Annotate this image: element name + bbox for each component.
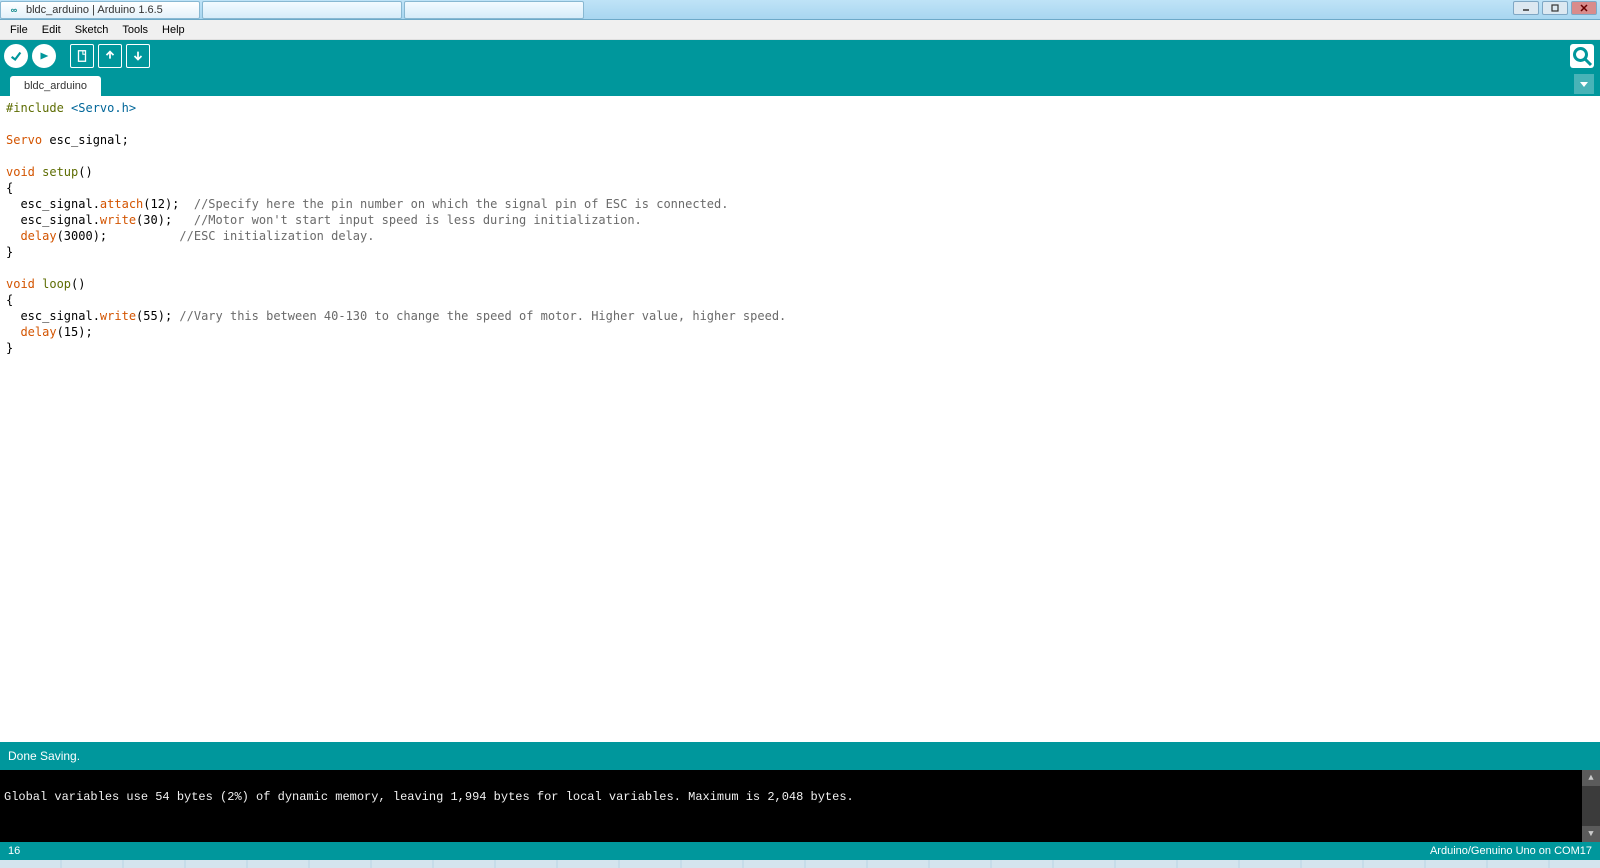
- verify-button[interactable]: [4, 44, 28, 68]
- footer-bar: 16 Arduino/Genuino Uno on COM17: [0, 842, 1600, 860]
- tab-menu-button[interactable]: [1574, 74, 1594, 94]
- scroll-up-icon[interactable]: ▲: [1582, 770, 1600, 786]
- os-taskbar-hint: [0, 860, 1600, 868]
- open-sketch-button[interactable]: [98, 44, 122, 68]
- token-write1: write: [100, 213, 136, 227]
- token-brace-open1: {: [6, 181, 13, 195]
- token-setup-paren: (): [78, 165, 92, 179]
- menu-sketch[interactable]: Sketch: [69, 22, 115, 38]
- menu-tools[interactable]: Tools: [116, 22, 154, 38]
- save-sketch-button[interactable]: [126, 44, 150, 68]
- comment-l9: //ESC initialization delay.: [179, 229, 374, 243]
- sketch-tabbar: bldc_arduino: [0, 72, 1600, 96]
- console-scrollbar[interactable]: ▲ ▼: [1582, 770, 1600, 842]
- minimize-button[interactable]: [1513, 1, 1539, 15]
- taskbar-item-blurred-1[interactable]: [202, 1, 402, 19]
- token-lib: <Servo.h>: [71, 101, 136, 115]
- token-l7a: esc_signal.: [6, 197, 100, 211]
- toolbar: [0, 40, 1600, 72]
- token-l8c: (30);: [136, 213, 194, 227]
- status-message: Done Saving.: [8, 749, 80, 763]
- token-l14a: esc_signal.: [6, 309, 100, 323]
- taskbar-item-arduino[interactable]: ∞ bldc_arduino | Arduino 1.6.5: [0, 1, 200, 19]
- token-delay1: delay: [20, 229, 56, 243]
- token-void1: void: [6, 165, 35, 179]
- close-button[interactable]: [1571, 1, 1597, 15]
- token-brace-close2: }: [6, 341, 13, 355]
- comment-l14: //Vary this between 40-130 to change the…: [179, 309, 786, 323]
- menu-edit[interactable]: Edit: [36, 22, 67, 38]
- window-title: bldc_arduino | Arduino 1.6.5: [26, 4, 163, 16]
- token-l15c: (15);: [57, 325, 93, 339]
- token-include: #include: [6, 101, 71, 115]
- token-l9c: (3000);: [57, 229, 180, 243]
- token-write2: write: [100, 309, 136, 323]
- console-line: Global variables use 54 bytes (2%) of dy…: [4, 790, 854, 804]
- token-setup: setup: [35, 165, 78, 179]
- new-sketch-button[interactable]: [70, 44, 94, 68]
- comment-l7: //Specify here the pin number on which t…: [194, 197, 729, 211]
- scroll-down-icon[interactable]: ▼: [1582, 826, 1600, 842]
- menu-file[interactable]: File: [4, 22, 34, 38]
- token-loop: loop: [35, 277, 71, 291]
- taskbar-item-blurred-2[interactable]: [404, 1, 584, 19]
- footer-board-port: Arduino/Genuino Uno on COM17: [1430, 845, 1592, 857]
- token-delay2: delay: [20, 325, 56, 339]
- maximize-button[interactable]: [1542, 1, 1568, 15]
- footer-line-number: 16: [8, 845, 20, 857]
- token-escsig: esc_signal;: [42, 133, 129, 147]
- token-brace-open2: {: [6, 293, 13, 307]
- token-l8a: esc_signal.: [6, 213, 100, 227]
- menu-help[interactable]: Help: [156, 22, 191, 38]
- token-attach: attach: [100, 197, 143, 211]
- upload-button[interactable]: [32, 44, 56, 68]
- token-void2: void: [6, 277, 35, 291]
- arduino-logo-icon: ∞: [7, 5, 21, 15]
- output-console[interactable]: Global variables use 54 bytes (2%) of dy…: [0, 770, 1600, 842]
- token-l7c: (12);: [143, 197, 194, 211]
- os-titlebar: ∞ bldc_arduino | Arduino 1.6.5: [0, 0, 1600, 20]
- token-l15a: [6, 325, 20, 339]
- menubar: File Edit Sketch Tools Help: [0, 20, 1600, 40]
- token-loop-paren: (): [71, 277, 85, 291]
- token-servo: Servo: [6, 133, 42, 147]
- token-l9a: [6, 229, 20, 243]
- token-brace-close1: }: [6, 245, 13, 259]
- serial-monitor-button[interactable]: [1570, 44, 1594, 68]
- sketch-tab-active[interactable]: bldc_arduino: [10, 76, 101, 96]
- token-l14c: (55);: [136, 309, 179, 323]
- status-bar: Done Saving.: [0, 742, 1600, 770]
- code-editor[interactable]: #include <Servo.h> Servo esc_signal; voi…: [0, 96, 1600, 742]
- comment-l8: //Motor won't start input speed is less …: [194, 213, 642, 227]
- window-controls: [1513, 1, 1597, 15]
